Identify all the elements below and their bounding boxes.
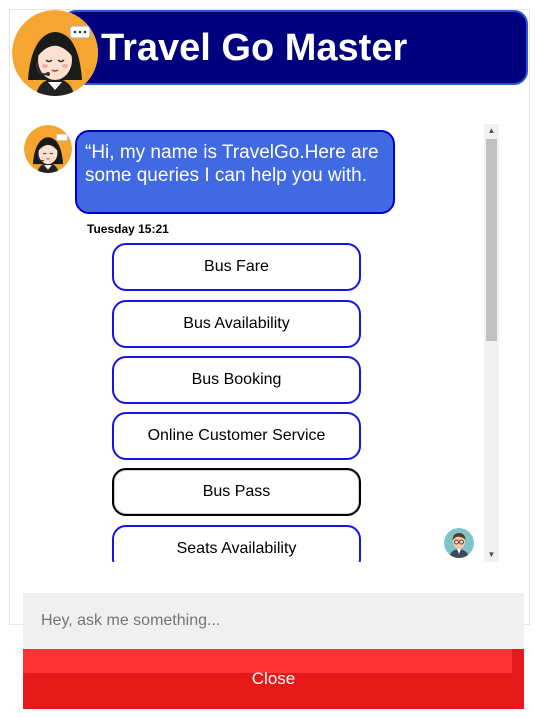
option-bus-availability-button[interactable]: Bus Availability bbox=[112, 300, 361, 348]
option-bus-fare-button[interactable]: Bus Fare bbox=[112, 243, 361, 291]
option-bus-booking-button[interactable]: Bus Booking bbox=[112, 356, 361, 404]
bot-message-bubble: “Hi, my name is TravelGo.Here are some q… bbox=[75, 130, 395, 214]
chat-message-list[interactable]: “Hi, my name is TravelGo.Here are some q… bbox=[20, 124, 500, 562]
message-input-container bbox=[23, 593, 524, 649]
user-avatar-icon bbox=[444, 528, 474, 558]
close-button-label: Close bbox=[251, 669, 296, 688]
chat-scrollbar[interactable]: ▲ ▼ bbox=[484, 124, 499, 562]
app-title: Travel Go Master bbox=[101, 27, 408, 69]
scroll-up-arrow-icon[interactable]: ▲ bbox=[484, 124, 499, 138]
message-input[interactable] bbox=[23, 593, 524, 649]
message-timestamp: Tuesday 15:21 bbox=[87, 222, 169, 236]
chat-header: Travel Go Master bbox=[62, 10, 528, 85]
option-bus-pass-button[interactable]: Bus Pass bbox=[112, 468, 361, 516]
scrollbar-thumb[interactable] bbox=[486, 139, 497, 341]
option-seats-availability-button[interactable]: Seats Availability bbox=[112, 525, 361, 562]
option-online-customer-service-button[interactable]: Online Customer Service bbox=[112, 412, 361, 460]
bot-avatar-icon bbox=[12, 10, 98, 96]
close-button[interactable]: Close bbox=[23, 649, 524, 709]
scroll-down-arrow-icon[interactable]: ▼ bbox=[484, 548, 499, 562]
